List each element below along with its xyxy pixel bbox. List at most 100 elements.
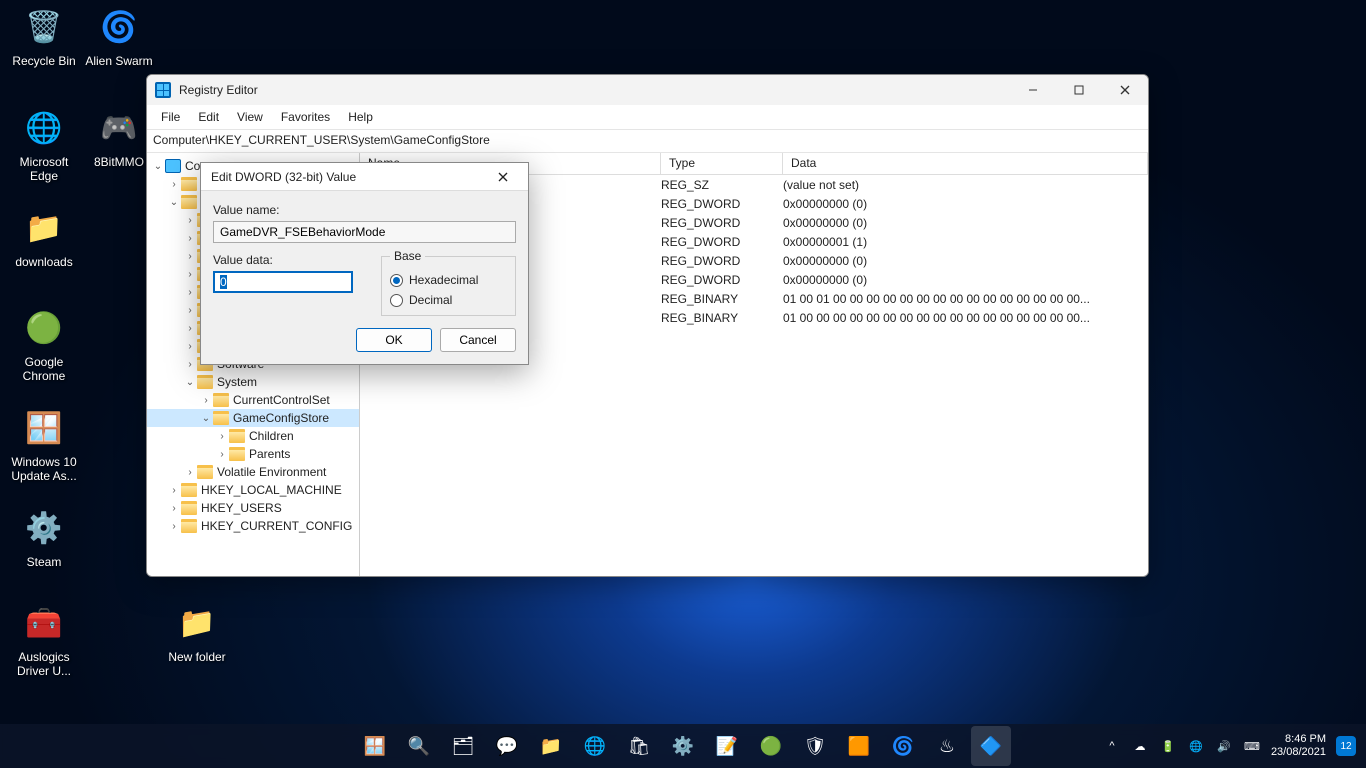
tray-ime-icon[interactable]: ⌨ — [1243, 740, 1261, 753]
tree-twist-icon[interactable]: › — [167, 179, 181, 190]
recycle-bin-icon: 🗑️ — [21, 4, 67, 50]
col-type[interactable]: Type — [661, 153, 783, 174]
tree-twist-icon[interactable]: › — [183, 269, 197, 280]
address-bar[interactable]: Computer\HKEY_CURRENT_USER\System\GameCo… — [147, 129, 1148, 153]
new-folder-icon: 📁 — [174, 600, 220, 646]
taskbar-start-icon[interactable]: 🪟 — [355, 726, 395, 766]
desktop-icon-new-folder[interactable]: 📁New folder — [160, 600, 234, 664]
desktop-icon-8bitmmo[interactable]: 🎮8BitMMO — [82, 105, 156, 169]
window-title: Registry Editor — [179, 83, 258, 97]
tree-twist-icon[interactable]: › — [199, 395, 213, 406]
desktop-icon-downloads[interactable]: 📁downloads — [7, 205, 81, 269]
radio-hexadecimal[interactable]: Hexadecimal — [390, 273, 507, 287]
tree-twist-icon[interactable]: ⌄ — [183, 377, 197, 388]
folder-icon — [197, 465, 213, 479]
base-label: Base — [390, 249, 425, 263]
taskbar-edge-icon[interactable]: 🌐 — [575, 726, 615, 766]
dialog-close-button[interactable] — [488, 163, 518, 191]
taskbar-chat-icon[interactable]: 💬 — [487, 726, 527, 766]
taskbar-taskview-icon[interactable]: 🗂 — [443, 726, 483, 766]
menu-file[interactable]: File — [153, 108, 188, 126]
tree-twist-icon[interactable]: › — [167, 485, 181, 496]
cancel-button[interactable]: Cancel — [440, 328, 516, 352]
desktop-icon-auslogics[interactable]: 🧰Auslogics Driver U... — [7, 600, 81, 679]
taskbar-steam-icon[interactable]: ♨ — [927, 726, 967, 766]
value-data-input[interactable] — [213, 271, 353, 293]
tray-chevron-icon[interactable]: ^ — [1103, 740, 1121, 752]
desktop-icon-chrome[interactable]: 🟢Google Chrome — [7, 305, 81, 384]
tree-twist-icon[interactable]: › — [215, 449, 229, 460]
minimize-button[interactable] — [1010, 75, 1056, 105]
pc-icon — [165, 159, 181, 173]
tray-battery-icon[interactable]: 🔋 — [1159, 740, 1177, 753]
desktop-icon-recycle-bin[interactable]: 🗑️Recycle Bin — [7, 4, 81, 68]
tree-twist-icon[interactable]: ⌄ — [151, 161, 165, 172]
tree-node[interactable]: ›Parents — [147, 445, 359, 463]
dialog-titlebar[interactable]: Edit DWORD (32-bit) Value — [201, 163, 528, 191]
tree-twist-icon[interactable]: › — [215, 431, 229, 442]
tree-twist-icon[interactable]: › — [183, 305, 197, 316]
tree-twist-icon[interactable]: › — [183, 359, 197, 370]
menu-favorites[interactable]: Favorites — [273, 108, 338, 126]
taskbar: 🪟🔍🗂💬📁🌐🛍⚙️📝🟢🛡🟧🌀♨🔷 ^ ☁ 🔋 🌐 🔊 ⌨ 8:46 PM 23/… — [0, 724, 1366, 768]
folder-icon — [213, 393, 229, 407]
tree-node[interactable]: ⌄System — [147, 373, 359, 391]
folder-icon — [213, 411, 229, 425]
menu-view[interactable]: View — [229, 108, 271, 126]
tree-node[interactable]: ›Children — [147, 427, 359, 445]
tree-node[interactable]: ›CurrentControlSet — [147, 391, 359, 409]
menu-edit[interactable]: Edit — [190, 108, 227, 126]
tree-twist-icon[interactable]: › — [167, 503, 181, 514]
tree-twist-icon[interactable]: › — [183, 233, 197, 244]
tree-node[interactable]: ⌄GameConfigStore — [147, 409, 359, 427]
desktop-icon-alien-swarm[interactable]: 🌀Alien Swarm — [82, 4, 156, 68]
tree-node[interactable]: ›HKEY_CURRENT_CONFIG — [147, 517, 359, 535]
taskbar-explorer-icon[interactable]: 📁 — [531, 726, 571, 766]
downloads-icon: 📁 — [21, 205, 67, 251]
tree-node[interactable]: ›Volatile Environment — [147, 463, 359, 481]
taskbar-settings-icon[interactable]: ⚙️ — [663, 726, 703, 766]
taskbar-word-icon[interactable]: 📝 — [707, 726, 747, 766]
value-name-input[interactable] — [213, 221, 516, 243]
taskbar-origin-icon[interactable]: 🟧 — [839, 726, 879, 766]
taskbar-alienswarm-icon[interactable]: 🌀 — [883, 726, 923, 766]
titlebar[interactable]: Registry Editor — [147, 75, 1148, 105]
tree-node[interactable]: ›HKEY_USERS — [147, 499, 359, 517]
tree-twist-icon[interactable]: › — [183, 251, 197, 262]
radio-decimal[interactable]: Decimal — [390, 293, 507, 307]
taskbar-chrome-icon[interactable]: 🟢 — [751, 726, 791, 766]
desktop-icon-edge[interactable]: 🌐Microsoft Edge — [7, 105, 81, 184]
tray-volume-icon[interactable]: 🔊 — [1215, 740, 1233, 753]
maximize-button[interactable] — [1056, 75, 1102, 105]
tree-twist-icon[interactable]: › — [183, 467, 197, 478]
notification-badge[interactable]: 12 — [1336, 736, 1356, 756]
tree-twist-icon[interactable]: ⌄ — [199, 413, 213, 424]
clock[interactable]: 8:46 PM 23/08/2021 — [1271, 733, 1326, 759]
radio-dot-icon — [390, 294, 403, 307]
tree-twist-icon[interactable]: › — [183, 215, 197, 226]
auslogics-icon: 🧰 — [21, 600, 67, 646]
tree-twist-icon[interactable]: › — [183, 287, 197, 298]
taskbar-search-icon[interactable]: 🔍 — [399, 726, 439, 766]
radio-dot-icon — [390, 274, 403, 287]
taskbar-app-icon[interactable]: 🔷 — [971, 726, 1011, 766]
tree-twist-icon[interactable]: ⌄ — [167, 197, 181, 208]
menubar: File Edit View Favorites Help — [147, 105, 1148, 129]
tray-cloud-icon[interactable]: ☁ — [1131, 740, 1149, 753]
close-button[interactable] — [1102, 75, 1148, 105]
tree-node[interactable]: ›HKEY_LOCAL_MACHINE — [147, 481, 359, 499]
tray-network-icon[interactable]: 🌐 — [1187, 740, 1205, 753]
taskbar-store-icon[interactable]: 🛍 — [619, 726, 659, 766]
menu-help[interactable]: Help — [340, 108, 381, 126]
folder-icon — [197, 375, 213, 389]
edit-dword-dialog: Edit DWORD (32-bit) Value Value name: Va… — [200, 162, 529, 365]
ok-button[interactable]: OK — [356, 328, 432, 352]
tree-twist-icon[interactable]: › — [167, 521, 181, 532]
tree-twist-icon[interactable]: › — [183, 341, 197, 352]
tree-twist-icon[interactable]: › — [183, 323, 197, 334]
value-name-label: Value name: — [213, 203, 516, 217]
desktop-icon-steam[interactable]: ⚙️Steam — [7, 505, 81, 569]
col-data[interactable]: Data — [783, 153, 1148, 174]
desktop-icon-win10-update[interactable]: 🪟Windows 10 Update As... — [7, 405, 81, 484]
taskbar-defender-icon[interactable]: 🛡 — [795, 726, 835, 766]
